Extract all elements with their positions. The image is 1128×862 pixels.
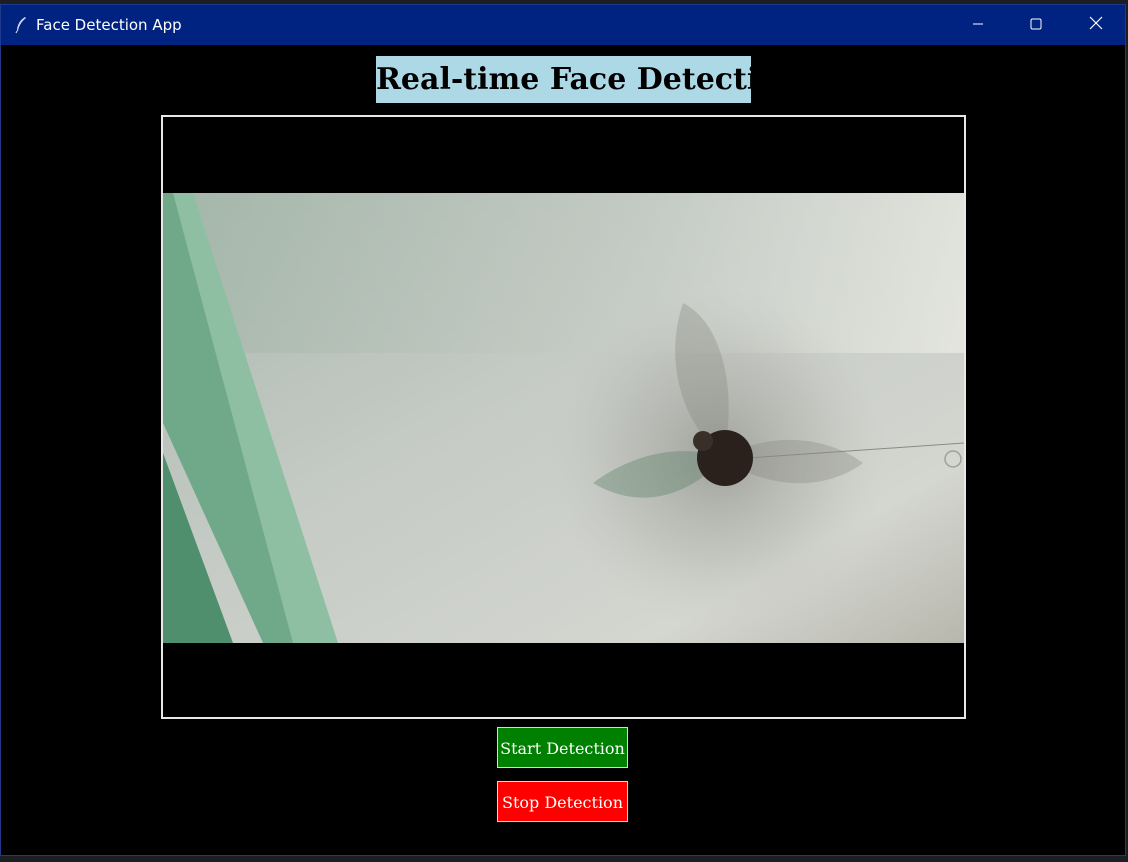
start-detection-button[interactable]: Start Detection: [497, 727, 628, 768]
minimize-button[interactable]: [949, 5, 1007, 45]
window-title: Face Detection App: [36, 16, 182, 34]
title-bar[interactable]: Face Detection App: [1, 5, 1125, 45]
maximize-icon: [1030, 16, 1042, 34]
close-icon: [1089, 16, 1103, 34]
minimize-icon: [972, 16, 984, 34]
feather-icon: [14, 16, 28, 34]
maximize-button[interactable]: [1007, 5, 1065, 45]
video-display: [161, 115, 966, 719]
app-window: Face Detection App Real-time Face Detect…: [0, 4, 1126, 856]
camera-feed-image: [163, 193, 964, 643]
stop-detection-button[interactable]: Stop Detection: [497, 781, 628, 822]
page-title: Real-time Face Detection: [376, 56, 800, 103]
close-button[interactable]: [1067, 5, 1125, 45]
